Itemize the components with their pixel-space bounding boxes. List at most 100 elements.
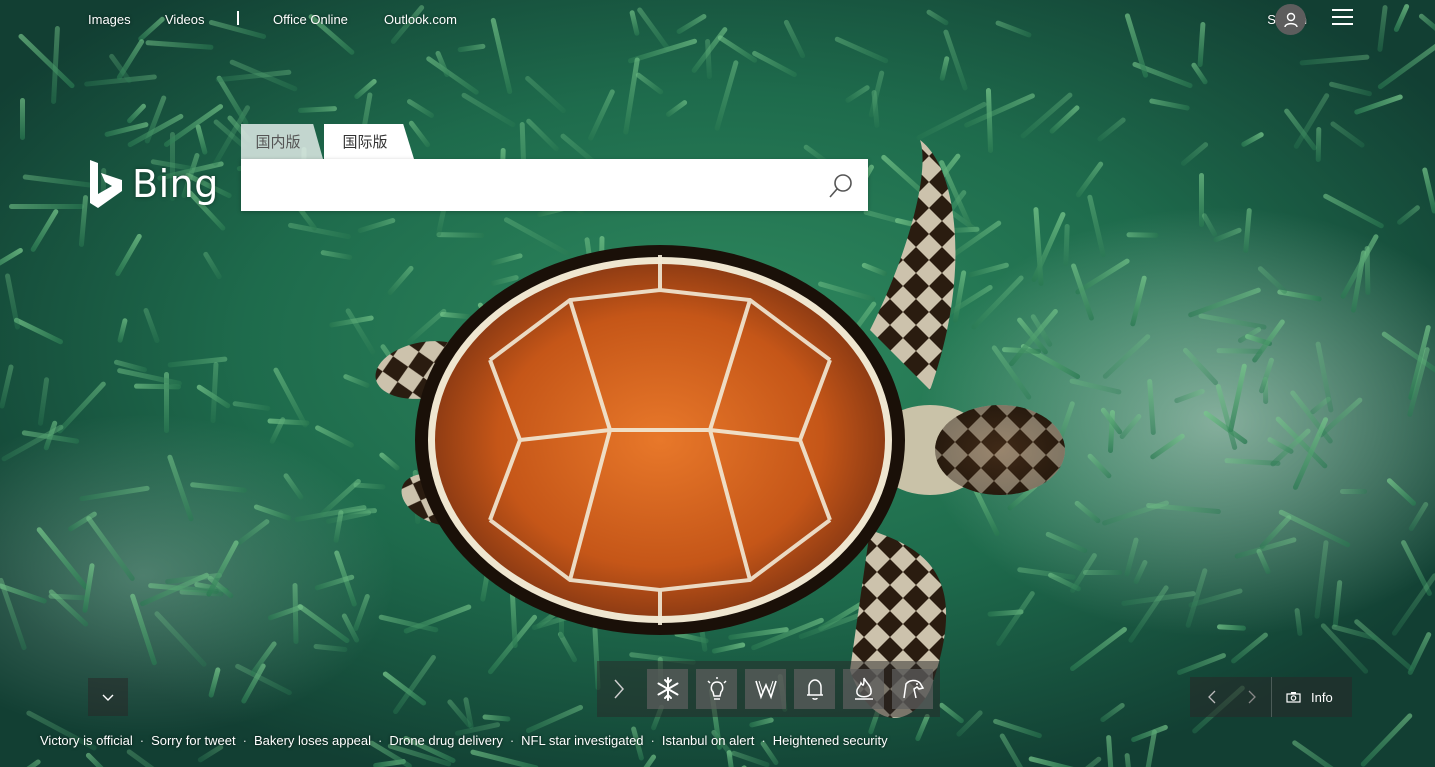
- grass-blade: [1127, 584, 1170, 644]
- next-image-button[interactable]: [1232, 677, 1272, 717]
- grass-blade: [0, 247, 24, 273]
- grass-blade: [629, 9, 640, 37]
- grass-blade: [1393, 3, 1410, 33]
- grass-blade: [0, 364, 14, 409]
- wikipedia-icon: [754, 680, 777, 700]
- headline-separator: ·: [650, 732, 655, 748]
- grass-blade: [425, 55, 480, 96]
- grass-blade: [1179, 141, 1210, 167]
- headline-link[interactable]: Heightened security: [773, 733, 888, 748]
- camera-icon: [1286, 692, 1301, 703]
- bell-button[interactable]: [794, 669, 835, 709]
- grass-blade: [145, 40, 214, 50]
- headline-separator: ·: [378, 732, 383, 748]
- grass-blade: [267, 418, 310, 426]
- chevron-right-icon[interactable]: [607, 677, 631, 701]
- grass-blade: [13, 316, 64, 346]
- grass-blade: [142, 307, 161, 344]
- grass-blade: [490, 17, 513, 95]
- grass-blade: [287, 222, 352, 240]
- grass-blade: [1376, 40, 1435, 91]
- headline-link[interactable]: Drone drug delivery: [389, 733, 502, 748]
- grass-blade: [406, 98, 435, 119]
- nav-office-online-link[interactable]: Office Online: [273, 12, 348, 27]
- nav-images-link[interactable]: Images: [88, 12, 131, 27]
- grass-blade: [117, 317, 128, 344]
- animal-button[interactable]: [892, 669, 933, 709]
- grass-blade: [20, 98, 25, 140]
- grass-blade: [29, 208, 60, 253]
- search-input[interactable]: [241, 159, 811, 211]
- grass-blade: [1322, 192, 1385, 230]
- wikipedia-button[interactable]: [745, 669, 786, 709]
- grass-blade: [1407, 501, 1430, 532]
- grass-blade: [249, 640, 278, 677]
- headline-link[interactable]: Bakery loses appeal: [254, 733, 371, 748]
- grass-blade: [1385, 477, 1418, 507]
- grass-blade: [1187, 286, 1262, 319]
- nav-outlook-link[interactable]: Outlook.com: [384, 12, 457, 27]
- grass-blade: [1148, 98, 1191, 111]
- tab-domestic[interactable]: 国内版: [241, 124, 323, 159]
- snowflake-icon: [657, 677, 678, 701]
- nav-videos-link[interactable]: Videos: [165, 12, 205, 27]
- grass-blade: [125, 748, 182, 767]
- nav-divider: [237, 11, 239, 25]
- lightbulb-button[interactable]: [696, 669, 737, 709]
- grass-blade: [1197, 21, 1206, 68]
- grass-blade: [1105, 734, 1116, 767]
- grass-blade: [1216, 624, 1247, 631]
- grass-blade: [342, 373, 371, 389]
- grass-blade: [1377, 4, 1388, 53]
- grass-blade: [162, 103, 225, 148]
- grass-blade: [320, 249, 353, 261]
- quick-icon-bar: [597, 661, 940, 717]
- grass-blade: [292, 582, 299, 645]
- tab-international[interactable]: 国际版: [324, 124, 414, 159]
- lightbulb-icon: [706, 677, 727, 700]
- grass-blade: [524, 74, 567, 115]
- grass-blade: [457, 43, 486, 53]
- grass-blade: [1315, 126, 1322, 163]
- grass-blade: [17, 32, 76, 90]
- chevron-left-icon: [1208, 690, 1216, 704]
- grass-blade: [939, 55, 950, 82]
- headlines-bar: Victory is official · Sorry for tweet · …: [40, 731, 888, 749]
- grass-blade: [1359, 712, 1414, 767]
- fire-button[interactable]: [843, 669, 884, 709]
- menu-icon[interactable]: [1332, 9, 1353, 26]
- chevron-down-icon: [102, 694, 114, 701]
- grass-blade: [636, 6, 671, 52]
- grass-blade: [37, 376, 50, 427]
- grass-blade: [282, 472, 305, 501]
- info-button[interactable]: Info: [1276, 677, 1333, 717]
- headline-link[interactable]: Istanbul on alert: [662, 733, 755, 748]
- headline-separator: ·: [761, 732, 766, 748]
- avatar[interactable]: [1275, 4, 1306, 35]
- background-image: [0, 0, 1435, 767]
- headline-link[interactable]: Sorry for tweet: [151, 733, 236, 748]
- previous-image-button[interactable]: [1192, 677, 1232, 717]
- grass-blade: [314, 424, 355, 449]
- bing-logo-icon: [90, 160, 122, 208]
- grass-blade: [833, 35, 890, 65]
- grass-blade: [460, 91, 517, 129]
- grass-blade: [1421, 167, 1435, 214]
- search-icon[interactable]: [826, 171, 856, 201]
- grass-blade: [925, 8, 950, 27]
- grass-blade: [133, 383, 182, 390]
- grass-blade: [716, 34, 759, 64]
- grass-blade: [622, 57, 641, 135]
- bing-logo[interactable]: Bing: [88, 158, 219, 210]
- grass-blade: [1314, 539, 1329, 620]
- grass-blade: [1132, 559, 1149, 585]
- grass-blade: [1145, 502, 1222, 515]
- grass-blade: [9, 204, 84, 209]
- scroll-down-button[interactable]: [88, 678, 128, 716]
- image-controls: Info: [1190, 677, 1352, 717]
- fire-icon: [854, 677, 873, 700]
- grass-blade: [232, 400, 271, 412]
- snowflake-button[interactable]: [647, 669, 688, 709]
- headline-link[interactable]: Victory is official: [40, 733, 133, 748]
- headline-link[interactable]: NFL star investigated: [521, 733, 643, 748]
